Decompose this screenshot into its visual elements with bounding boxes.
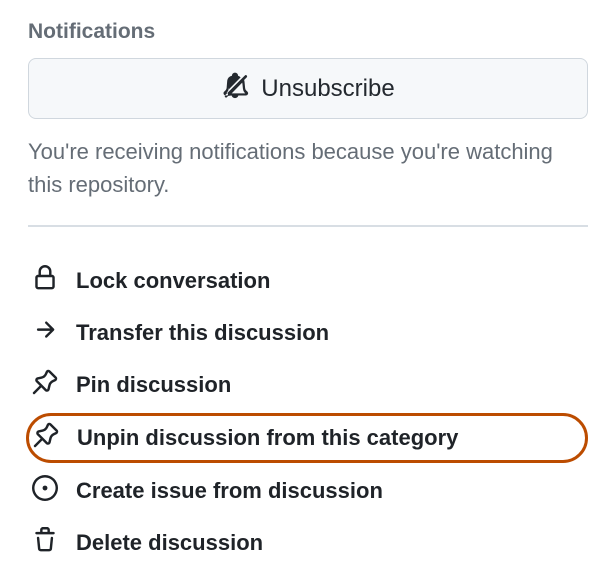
lock-icon <box>32 265 58 297</box>
issue-icon <box>32 475 58 507</box>
unsubscribe-button[interactable]: Unsubscribe <box>28 58 588 119</box>
unsubscribe-button-label: Unsubscribe <box>261 75 394 103</box>
notifications-heading: Notifications <box>28 20 588 44</box>
trash-icon <box>32 527 58 559</box>
delete-discussion-action[interactable]: Delete discussion <box>28 519 588 567</box>
notifications-description: You're receiving notifications because y… <box>28 135 588 201</box>
transfer-discussion-action[interactable]: Transfer this discussion <box>28 309 588 357</box>
pin-icon <box>32 369 58 401</box>
bell-slash-icon <box>221 71 249 106</box>
action-label: Pin discussion <box>76 372 231 398</box>
pin-icon <box>33 422 59 454</box>
unpin-from-category-action[interactable]: Unpin discussion from this category <box>26 413 588 463</box>
action-label: Delete discussion <box>76 530 263 556</box>
action-label: Transfer this discussion <box>76 320 329 346</box>
arrow-right-icon <box>32 317 58 349</box>
notifications-section: Notifications Unsubscribe You're receivi… <box>28 20 588 201</box>
discussion-actions-list: Lock conversation Transfer this discussio… <box>28 257 588 567</box>
pin-discussion-action[interactable]: Pin discussion <box>28 361 588 409</box>
lock-conversation-action[interactable]: Lock conversation <box>28 257 588 305</box>
action-label: Create issue from discussion <box>76 478 383 504</box>
action-label: Lock conversation <box>76 268 270 294</box>
action-label: Unpin discussion from this category <box>77 425 458 451</box>
create-issue-action[interactable]: Create issue from discussion <box>28 467 588 515</box>
section-divider <box>28 225 588 227</box>
